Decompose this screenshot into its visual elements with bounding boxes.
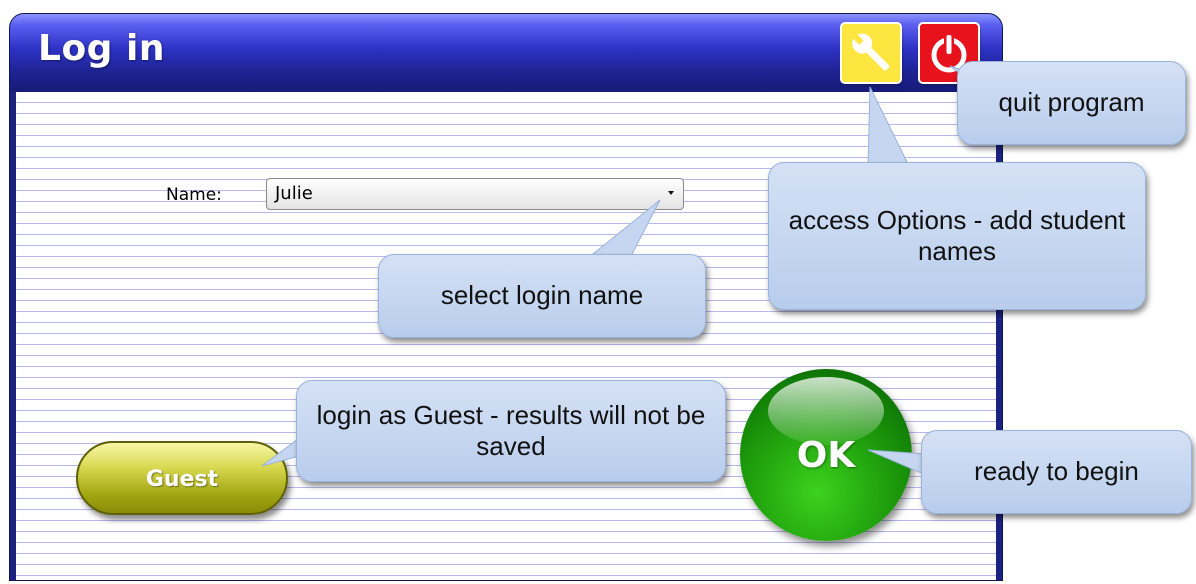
guest-button-label: Guest [145, 467, 219, 492]
quit-callout: quit program [957, 61, 1186, 145]
guest-callout: login as Guest - results will not be sav… [296, 380, 726, 482]
wrench-icon [851, 32, 890, 71]
options-callout: access Options - add student names [768, 162, 1146, 310]
title-bar: Log in [10, 14, 1002, 92]
options-button[interactable] [842, 24, 900, 82]
name-label: Name: [166, 185, 222, 205]
window-title: Log in [38, 28, 165, 69]
chevron-down-icon [668, 191, 674, 195]
ready-callout: ready to begin [921, 430, 1192, 514]
ok-button[interactable]: OK [740, 369, 912, 541]
ok-button-label: OK [796, 435, 856, 476]
select-callout: select login name [378, 254, 706, 338]
name-dropdown[interactable]: Julie [266, 178, 684, 210]
guest-button[interactable]: Guest [76, 441, 288, 515]
selected-name: Julie [275, 183, 313, 204]
